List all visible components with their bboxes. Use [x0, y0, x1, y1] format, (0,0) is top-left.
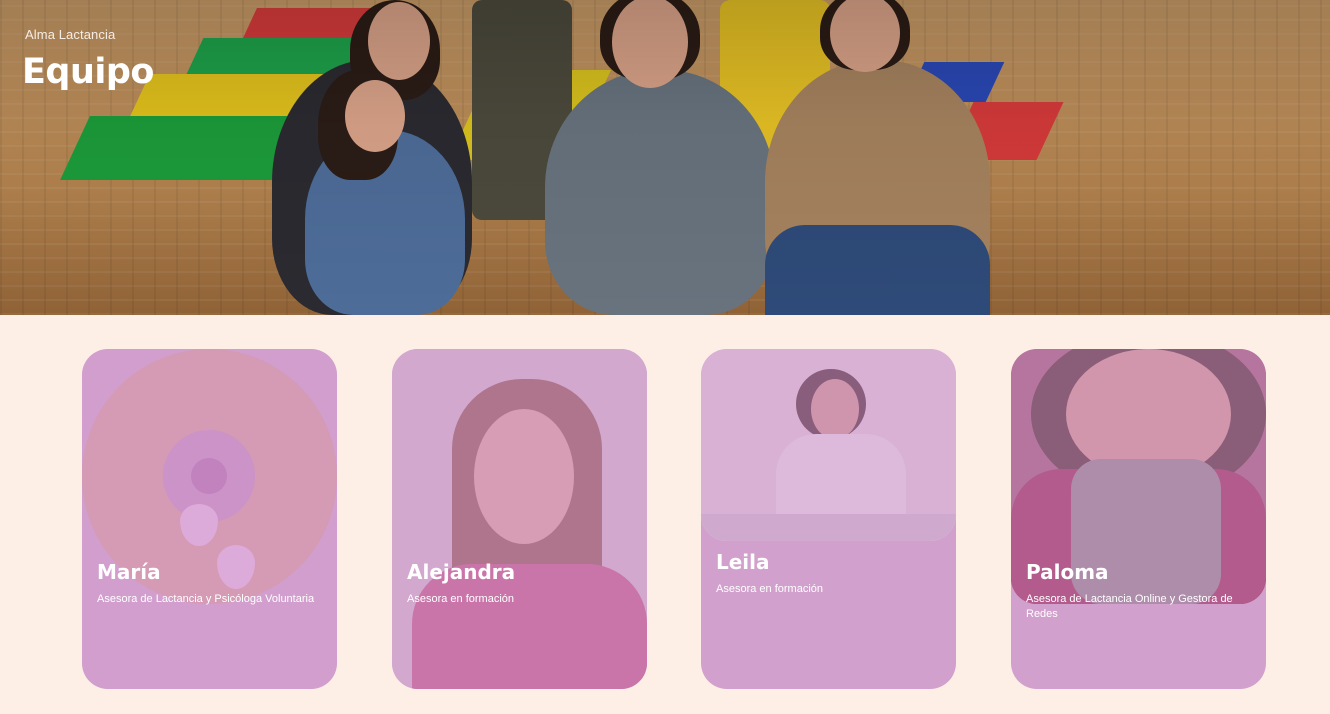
- hero-banner: Alma Lactancia Equipo: [0, 0, 1330, 315]
- team-member-name: Alejandra: [407, 560, 516, 584]
- card-tint: [392, 349, 647, 689]
- card-tint: [701, 349, 956, 541]
- team-card-alejandra[interactable]: Alejandra Asesora en formación: [392, 349, 647, 689]
- page-title: Equipo: [22, 52, 154, 92]
- team-card-maria[interactable]: María Asesora de Lactancia y Psicóloga V…: [82, 349, 337, 689]
- team-card-leila[interactable]: Leila Asesora en formación: [701, 349, 956, 689]
- team-member-name: María: [97, 560, 161, 584]
- team-member-name: Leila: [716, 550, 770, 574]
- team-member-role: Asesora de Lactancia y Psicóloga Volunta…: [97, 593, 315, 605]
- breadcrumb[interactable]: Alma Lactancia: [25, 27, 115, 42]
- team-member-role: Asesora en formación: [716, 583, 823, 595]
- team-member-role: Asesora de Lactancia Online y Gestora de…: [1026, 593, 1233, 620]
- team-card-paloma[interactable]: Paloma Asesora de Lactancia Online y Ges…: [1011, 349, 1266, 689]
- team-member-role: Asesora en formación: [407, 593, 514, 605]
- hero-shade: [0, 0, 1330, 315]
- card-tint: [82, 349, 337, 689]
- team-member-name: Paloma: [1026, 560, 1109, 584]
